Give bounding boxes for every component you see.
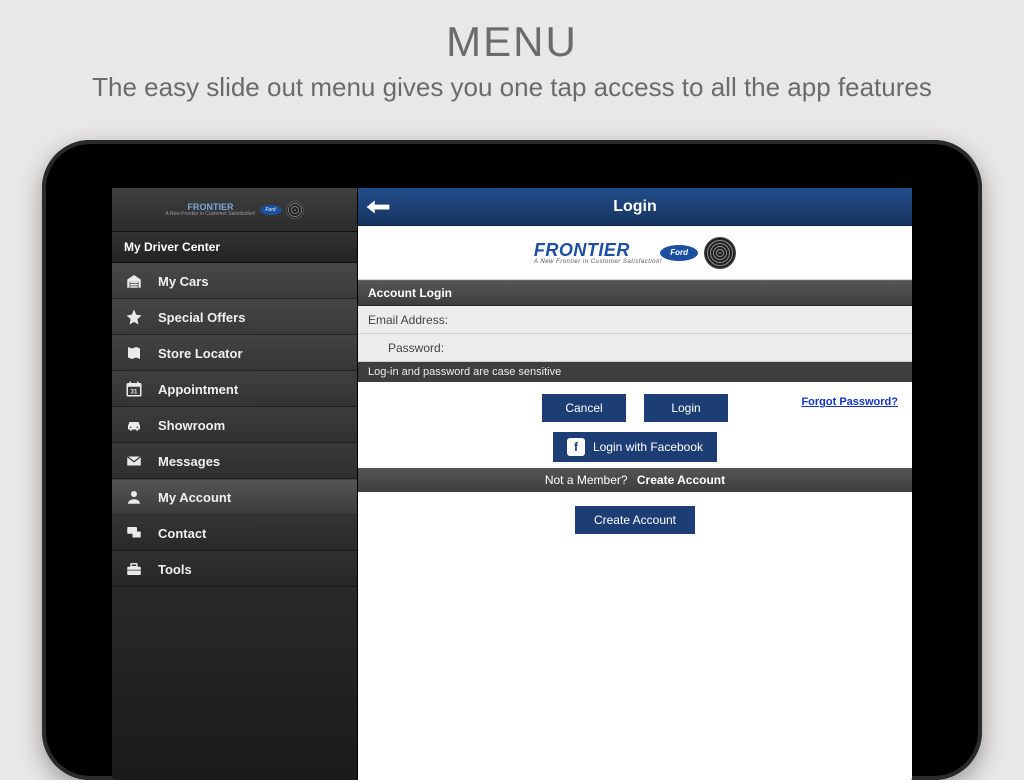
sidebar-item-label: My Account [158,490,231,505]
create-account-label: Create Account [637,473,725,487]
envelope-icon [124,452,144,470]
case-sensitive-hint: Log-in and password are case sensitive [358,362,912,382]
sidebar-item-special-offers[interactable]: Special Offers [112,299,357,335]
promo-subtitle: The easy slide out menu gives you one ta… [0,66,1024,123]
star-icon [124,308,144,326]
login-button[interactable]: Login [644,394,728,422]
titlebar: Login [358,188,912,226]
cancel-button[interactable]: Cancel [542,394,626,422]
car-icon [124,416,144,434]
app-screen: FRONTIERA New Frontier in Customer Satis… [112,188,912,780]
brand-name-mini: FRONTIER [187,202,233,212]
forgot-password-link[interactable]: Forgot Password? [801,396,898,408]
login-button-row: Cancel Login Forgot Password? [358,382,912,428]
brand-name: FRONTIER [534,240,630,260]
password-label: Password: [388,341,444,355]
sidebar-item-label: Showroom [158,418,225,433]
sidebar-item-appointment[interactable]: 31 Appointment [112,371,357,407]
sidebar-item-label: Store Locator [158,346,243,361]
brand-tagline: A New Frontier in Customer Satisfaction! [534,259,662,265]
back-arrow-icon [365,198,391,216]
password-field-row[interactable]: Password: [358,334,912,362]
email-label: Email Address: [368,313,448,327]
facebook-icon: f [567,438,585,456]
facebook-row: f Login with Facebook [358,428,912,468]
sidebar-item-label: Appointment [158,382,238,397]
page-title: Login [358,198,912,216]
svg-text:31: 31 [131,390,138,396]
map-icon [124,344,144,362]
sidebar-item-messages[interactable]: Messages [112,443,357,479]
sidebar-item-contact[interactable]: Contact [112,515,357,551]
not-member-bar: Not a Member? Create Account [358,468,912,492]
not-member-text: Not a Member? [545,473,628,487]
calendar-icon: 31 [124,380,144,398]
person-icon [124,488,144,506]
sidebar-item-my-cars[interactable]: My Cars [112,263,357,299]
sidebar-item-store-locator[interactable]: Store Locator [112,335,357,371]
sidebar-item-label: Contact [158,526,206,541]
sidebar-item-showroom[interactable]: Showroom [112,407,357,443]
chat-icon [124,524,144,542]
email-field-row[interactable]: Email Address: [358,306,912,334]
sidebar: FRONTIERA New Frontier in Customer Satis… [112,188,358,780]
toolbox-icon [124,560,144,578]
account-login-header: Account Login [358,280,912,306]
brand-logo-area: FRONTIERA New Frontier in Customer Satis… [358,226,912,280]
sidebar-item-label: Messages [158,454,220,469]
tire-icon [704,237,736,269]
sidebar-item-label: My Cars [158,274,209,289]
promo-title: MENU [0,0,1024,66]
ford-oval-icon: Ford [660,245,698,261]
create-account-row: Create Account [358,492,912,554]
back-button[interactable] [358,198,398,216]
sidebar-item-my-account[interactable]: My Account [112,479,357,515]
sidebar-logo: FRONTIERA New Frontier in Customer Satis… [112,188,357,232]
ford-oval-mini-icon: Ford [260,205,282,215]
garage-icon [124,272,144,290]
brand-tagline-mini: A New Frontier in Customer Satisfaction! [165,212,255,217]
tire-mini-icon [286,201,304,219]
facebook-login-label: Login with Facebook [593,440,703,454]
sidebar-item-label: Tools [158,562,192,577]
sidebar-item-label: Special Offers [158,310,245,325]
create-account-button[interactable]: Create Account [575,506,695,534]
facebook-login-button[interactable]: f Login with Facebook [553,432,717,462]
tablet-frame: FRONTIERA New Frontier in Customer Satis… [42,140,982,780]
sidebar-section-header: My Driver Center [112,232,357,263]
sidebar-item-tools[interactable]: Tools [112,551,357,587]
main-panel: Login FRONTIERA New Frontier in Customer… [358,188,912,780]
